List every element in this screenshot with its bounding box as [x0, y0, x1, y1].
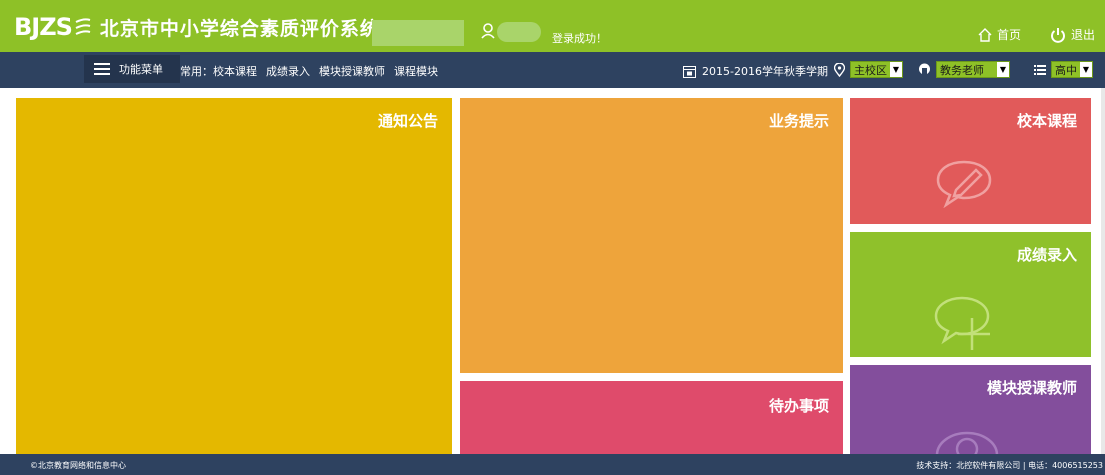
common-link-course[interactable]: 校本课程	[213, 63, 257, 79]
list-icon	[1034, 64, 1046, 75]
common-link-module[interactable]: 课程模块	[394, 63, 438, 79]
logout-button[interactable]: 退出	[1050, 26, 1095, 43]
function-menu-label: 功能菜单	[119, 63, 163, 76]
role-selector: 教务老师 ▼	[918, 61, 1010, 78]
tile-business-title: 业务提示	[768, 112, 829, 130]
level-value: 高中	[1055, 63, 1077, 77]
eye-icon	[935, 431, 999, 454]
level-selector: 高中 ▼	[1034, 61, 1093, 78]
footer-support: 技术支持：北控软件有限公司 | 电话：4006515253	[916, 461, 1103, 470]
chat-plus-icon	[934, 296, 990, 350]
tile-business-tips[interactable]: 业务提示	[460, 98, 843, 373]
home-label: 首页	[997, 28, 1022, 42]
right-scrollbar[interactable]	[1101, 88, 1105, 454]
tile-school-course[interactable]: 校本课程	[850, 98, 1091, 224]
common-link-score[interactable]: 成绩录入	[266, 63, 310, 79]
tile-notice-title: 通知公告	[377, 112, 438, 130]
level-select[interactable]: 高中 ▼	[1051, 61, 1093, 78]
tile-course-title: 校本课程	[1016, 112, 1077, 130]
user-icon	[481, 23, 495, 39]
logo-text: BJZS	[14, 13, 73, 41]
tile-module-teacher[interactable]: 模块授课教师	[850, 365, 1091, 454]
common-link-teacher[interactable]: 模块授课教师	[319, 63, 385, 79]
nav-bar: 功能菜单 常用： 校本课程 成绩录入 模块授课教师 课程模块 2015-2016…	[0, 52, 1105, 88]
system-title: 北京市中小学综合素质评价系统	[99, 17, 380, 40]
common-prefix: 常用：	[180, 65, 213, 78]
logo-swoosh-icon	[75, 18, 91, 35]
person-icon	[919, 63, 930, 77]
tile-teacher-title: 模块授课教师	[986, 379, 1077, 397]
campus-value: 主校区	[854, 63, 887, 77]
tile-score-title: 成绩录入	[1016, 246, 1077, 264]
term-display: 2015-2016学年秋季学期	[683, 63, 828, 79]
dropdown-arrow-icon: ▼	[890, 62, 902, 77]
menu-icon	[94, 63, 110, 75]
tile-notice[interactable]: 通知公告	[16, 98, 452, 454]
chat-pencil-icon	[936, 160, 992, 208]
home-button[interactable]: 首页	[978, 26, 1021, 43]
location-icon	[834, 62, 845, 77]
calendar-icon	[683, 65, 696, 78]
footer-copyright: ©北京教育网络和信息中心	[30, 461, 126, 470]
logout-label: 退出	[1071, 28, 1096, 42]
power-icon	[1051, 27, 1065, 43]
common-links: 常用： 校本课程 成绩录入 模块授课教师 课程模块	[180, 63, 438, 79]
login-status: 登录成功！	[552, 32, 607, 45]
footer: ©北京教育网络和信息中心 技术支持：北控软件有限公司 | 电话：40065152…	[0, 454, 1105, 475]
dropdown-arrow-icon: ▼	[997, 62, 1009, 77]
campus-select[interactable]: 主校区 ▼	[850, 61, 903, 78]
redacted-username	[497, 22, 541, 42]
campus-selector: 主校区 ▼	[834, 61, 903, 78]
dropdown-arrow-icon: ▼	[1080, 62, 1092, 77]
redacted-area	[372, 20, 464, 46]
tile-todo[interactable]: 待办事项	[460, 381, 843, 454]
term-label: 2015-2016学年秋季学期	[702, 65, 828, 78]
role-select[interactable]: 教务老师 ▼	[936, 61, 1010, 78]
tile-score-entry[interactable]: 成绩录入	[850, 232, 1091, 357]
logo: BJZS 北京市中小学综合素质评价系统	[14, 12, 380, 42]
role-value: 教务老师	[940, 63, 984, 77]
tile-todo-title: 待办事项	[768, 397, 829, 415]
function-menu-button[interactable]: 功能菜单	[84, 55, 180, 83]
top-header: BJZS 北京市中小学综合素质评价系统 登录成功！ 首页 退出	[0, 0, 1105, 52]
home-icon	[978, 27, 992, 42]
